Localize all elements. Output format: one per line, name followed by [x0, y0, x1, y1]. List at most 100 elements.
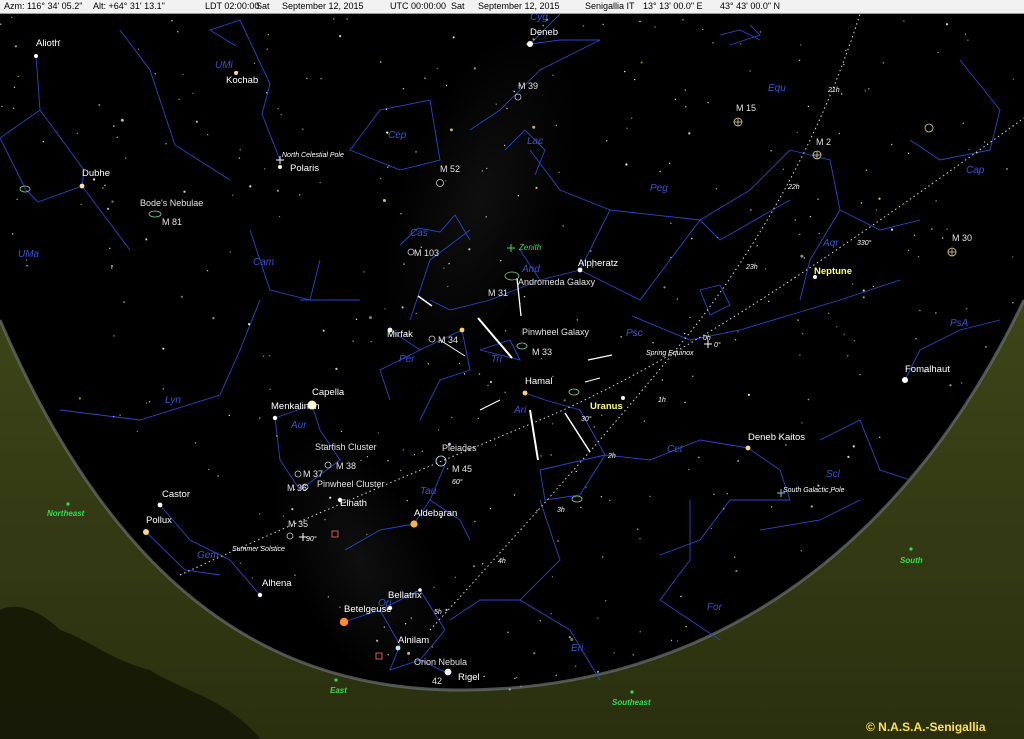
star-dubhe[interactable] [79, 183, 85, 189]
background-star [504, 330, 507, 332]
star-betelgeuse[interactable] [339, 617, 349, 627]
background-star [550, 613, 552, 615]
background-star [636, 528, 639, 530]
background-star [843, 333, 845, 336]
background-star [698, 456, 700, 459]
background-star [684, 89, 686, 91]
location-name: Senigallia IT [585, 1, 635, 11]
background-star [691, 237, 693, 240]
sky-chart[interactable]: Alioth Kochab Dubhe Polaris Deneb Alpher… [0, 14, 1024, 739]
background-star [278, 216, 281, 218]
label-polaris: Polaris [290, 163, 319, 174]
background-star [890, 228, 894, 231]
background-star [809, 216, 812, 218]
star-menkalinan[interactable] [272, 415, 278, 421]
background-star [536, 510, 538, 512]
label-m35: M 35 [288, 519, 308, 529]
background-star [489, 507, 492, 510]
background-star [478, 373, 481, 375]
background-star [481, 170, 484, 172]
background-star [212, 317, 215, 320]
background-star [798, 59, 801, 61]
background-star [907, 152, 910, 154]
background-star [574, 665, 577, 667]
background-star [102, 187, 104, 189]
background-star [98, 104, 100, 106]
background-star [765, 268, 767, 270]
background-star [563, 399, 566, 402]
background-star [716, 236, 719, 239]
label-m38: M 38 [336, 461, 356, 471]
label-equ: Equ [768, 83, 786, 94]
background-star [472, 565, 475, 568]
background-star [625, 163, 628, 166]
background-star [836, 326, 838, 328]
background-star [801, 332, 804, 335]
longitude-readout: 13° 13' 00.0" E [643, 1, 703, 11]
label-22h: 22h [787, 184, 800, 191]
star-deneb[interactable] [527, 41, 533, 47]
background-star [360, 459, 362, 462]
background-star [540, 357, 543, 360]
label-lyn: Lyn [165, 395, 181, 406]
background-star [949, 384, 952, 387]
background-star [620, 336, 622, 338]
planet-uranus[interactable] [621, 396, 625, 400]
background-star [575, 470, 577, 473]
background-star [797, 319, 799, 321]
star-castor[interactable] [157, 502, 163, 508]
background-star [739, 43, 742, 45]
label-gem: Gem [197, 550, 219, 561]
background-star [785, 444, 787, 446]
star-hamal[interactable] [522, 390, 528, 396]
background-star [1012, 78, 1014, 81]
background-star [76, 132, 79, 134]
background-star [333, 18, 335, 20]
background-star [649, 495, 651, 498]
background-star [801, 422, 803, 424]
label-eri: Eri [571, 643, 584, 654]
background-star [847, 355, 849, 357]
star-alioth[interactable] [34, 54, 38, 58]
label-ori: Ori [378, 598, 392, 609]
star-alnilam[interactable] [395, 645, 401, 651]
background-star [520, 685, 522, 688]
background-star [838, 132, 841, 135]
background-star [799, 44, 802, 46]
background-star [919, 309, 921, 312]
background-star [387, 460, 389, 462]
background-star [329, 496, 332, 499]
background-star [78, 397, 81, 400]
background-star [449, 128, 453, 132]
star-rigel[interactable] [444, 668, 452, 676]
background-star [967, 39, 969, 41]
background-star [239, 149, 241, 151]
star-aldebaran[interactable] [410, 520, 418, 528]
background-star [486, 167, 488, 170]
background-star [401, 306, 404, 309]
label-bodes: Bode's Nebulae [140, 198, 203, 208]
background-star [402, 88, 405, 90]
background-star [327, 596, 330, 598]
background-star [406, 499, 408, 502]
label-3h: 3h [557, 507, 565, 514]
label-uma: UMa [18, 249, 40, 260]
background-star [445, 84, 448, 87]
star-polaris[interactable] [278, 165, 282, 169]
label-zenith: Zenith [518, 243, 542, 252]
star-deneb-kaitos[interactable] [745, 445, 751, 451]
background-star [734, 556, 736, 558]
background-star [768, 300, 770, 303]
background-star [590, 250, 592, 252]
background-star [726, 493, 729, 495]
background-star [631, 117, 633, 119]
background-star [624, 70, 626, 73]
star-pollux[interactable] [143, 529, 149, 535]
star-fomalhaut[interactable] [902, 377, 908, 383]
background-star [670, 639, 673, 642]
background-star [551, 576, 554, 578]
star-alhena[interactable] [257, 592, 263, 598]
background-star [661, 379, 664, 381]
background-star [26, 265, 28, 267]
background-star [859, 373, 861, 376]
